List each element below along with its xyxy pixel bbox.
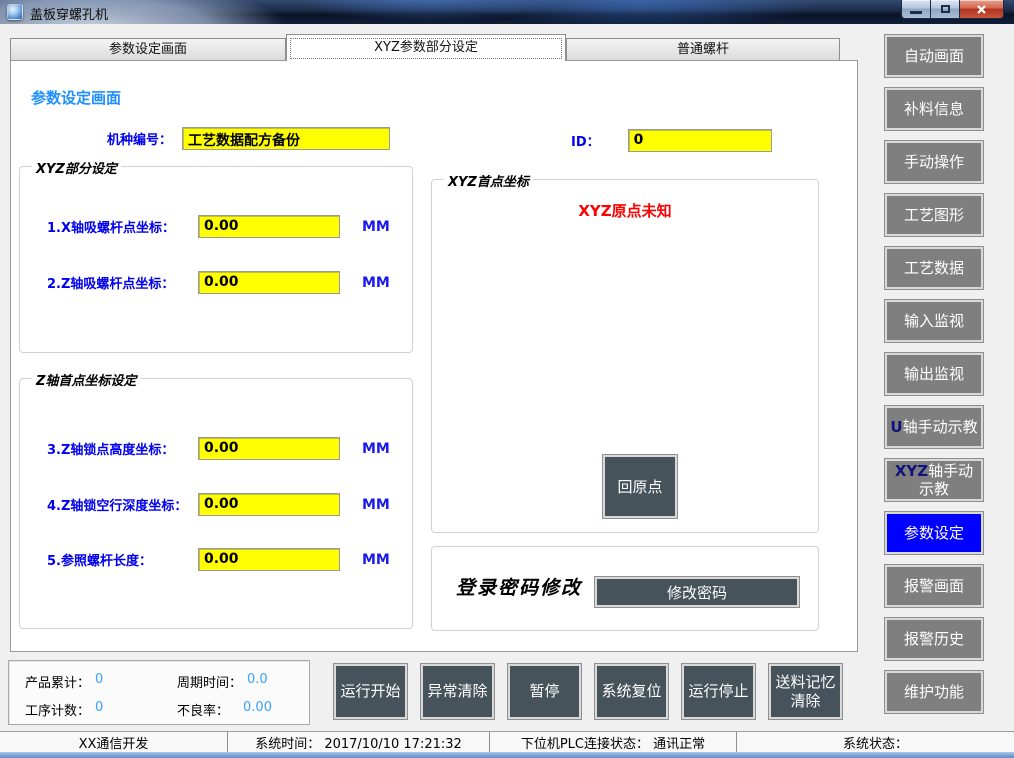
x-pick-coord-label: 1.X轴吸螺杆点坐标： bbox=[47, 217, 198, 236]
z-lock-depth-input[interactable]: 0.00 bbox=[198, 493, 340, 516]
field-row: 3.Z轴锁点高度坐标： 0.00 MM bbox=[47, 437, 390, 460]
run-stop-button[interactable]: 运行停止 bbox=[681, 663, 756, 720]
product-total-value: 0 bbox=[95, 672, 103, 691]
group-password: 登录密码修改 修改密码 bbox=[431, 546, 819, 631]
field-row: 1.X轴吸螺杆点坐标： 0.00 MM bbox=[47, 215, 390, 238]
sidebar-item-auto-screen[interactable]: 自动画面 bbox=[884, 34, 984, 78]
product-total: 产品累计： 0 bbox=[25, 672, 103, 691]
id-label: ID： bbox=[571, 131, 600, 150]
maximize-button[interactable] bbox=[931, 0, 960, 19]
cycle-time: 周期时间： 0.0 bbox=[177, 672, 268, 691]
z-lock-height-input[interactable]: 0.00 bbox=[198, 437, 340, 460]
app-window: 盖板穿螺孔机 参数设定画面 XYZ参数部分设定 普通螺杆 参数设定画面 机种编号… bbox=[0, 0, 1014, 758]
tab-param-screen[interactable]: 参数设定画面 bbox=[10, 38, 286, 61]
error-clear-button[interactable]: 异常清除 bbox=[420, 663, 495, 720]
process-count-label: 工序计数： bbox=[25, 700, 90, 719]
minimize-button[interactable] bbox=[901, 0, 931, 19]
window-title: 盖板穿螺孔机 bbox=[30, 4, 108, 23]
defect-rate-label: 不良率： bbox=[177, 700, 229, 719]
group-z-title: Z轴首点坐标设定 bbox=[32, 370, 140, 389]
home-origin-button[interactable]: 回原点 bbox=[602, 454, 678, 519]
defect-rate: 不良率： 0.00 bbox=[177, 700, 272, 719]
sidebar-item-alarm-history[interactable]: 报警历史 bbox=[884, 617, 984, 661]
page-title: 参数设定画面 bbox=[31, 87, 121, 108]
z-lock-depth-label: 4.Z轴锁空行深度坐标： bbox=[47, 495, 198, 514]
field-row: 5.参照螺杆长度： 0.00 MM bbox=[47, 548, 390, 571]
product-total-label: 产品累计： bbox=[25, 672, 90, 691]
group-origin-title: XYZ首点坐标 bbox=[444, 171, 533, 190]
sidebar-item-u-axis-teach[interactable]: U轴手动示教 bbox=[884, 405, 984, 449]
unit-label: MM bbox=[362, 219, 390, 235]
cycle-time-label: 周期时间： bbox=[177, 672, 242, 691]
feed-memory-clear-button[interactable]: 送料记忆清除 bbox=[768, 663, 843, 720]
u-axis-teach-text: U轴手动示教 bbox=[890, 418, 977, 436]
sidebar-item-parameter-setting[interactable]: 参数设定 bbox=[884, 511, 984, 555]
window-bottom-border bbox=[0, 752, 1014, 758]
window-controls bbox=[901, 0, 1004, 19]
sidebar-item-process-data[interactable]: 工艺数据 bbox=[884, 246, 984, 290]
z-lock-height-label: 3.Z轴锁点高度坐标： bbox=[47, 439, 198, 458]
x-pick-coord-input[interactable]: 0.00 bbox=[198, 215, 340, 238]
group-xyz-section: XYZ部分设定 1.X轴吸螺杆点坐标： 0.00 MM 2.Z轴吸螺杆点坐标： … bbox=[19, 166, 413, 353]
run-start-button[interactable]: 运行开始 bbox=[333, 663, 408, 720]
tab-xyz-param[interactable]: XYZ参数部分设定 bbox=[286, 34, 566, 61]
sidebar-item-maintenance[interactable]: 维护功能 bbox=[884, 670, 984, 714]
main-panel: 参数设定画面 机种编号： 工艺数据配方备份 ID： 0 XYZ部分设定 1.X轴… bbox=[10, 60, 858, 652]
group-z-section: Z轴首点坐标设定 3.Z轴锁点高度坐标： 0.00 MM 4.Z轴锁空行深度坐标… bbox=[19, 378, 413, 629]
id-input[interactable]: 0 bbox=[628, 129, 772, 152]
close-icon bbox=[976, 4, 987, 15]
origin-unknown-status: XYZ原点未知 bbox=[432, 200, 818, 221]
status-bar: XX通信开发 系统时间： 2017/10/10 17:21:32 下位机PLC连… bbox=[0, 731, 1014, 752]
login-password-label: 登录密码修改 bbox=[456, 573, 582, 600]
minimize-icon bbox=[910, 11, 922, 14]
change-password-button[interactable]: 修改密码 bbox=[594, 576, 800, 608]
process-count-value: 0 bbox=[95, 700, 103, 719]
z-pick-coord-input[interactable]: 0.00 bbox=[198, 271, 340, 294]
sidebar-item-refill-info[interactable]: 补料信息 bbox=[884, 87, 984, 131]
ref-screw-length-input[interactable]: 0.00 bbox=[198, 548, 340, 571]
close-button[interactable] bbox=[960, 0, 1004, 19]
z-pick-coord-label: 2.Z轴吸螺杆点坐标： bbox=[47, 273, 198, 292]
process-count: 工序计数： 0 bbox=[25, 700, 103, 719]
app-icon bbox=[7, 4, 23, 20]
xyz-axis-teach-text: XYZ轴手动示教 bbox=[888, 462, 980, 498]
group-xyz-title: XYZ部分设定 bbox=[32, 158, 121, 177]
title-bar: 盖板穿螺孔机 bbox=[0, 0, 1014, 24]
unit-label: MM bbox=[362, 441, 390, 457]
sidebar-item-output-monitor[interactable]: 输出监视 bbox=[884, 352, 984, 396]
sidebar-item-alarm-screen[interactable]: 报警画面 bbox=[884, 564, 984, 608]
unit-label: MM bbox=[362, 275, 390, 291]
unit-label: MM bbox=[362, 497, 390, 513]
status-system-state: 系统状态： bbox=[737, 732, 1014, 752]
sidebar-item-manual-operation[interactable]: 手动操作 bbox=[884, 140, 984, 184]
ref-screw-length-label: 5.参照螺杆长度： bbox=[47, 550, 198, 569]
field-row: 4.Z轴锁空行深度坐标： 0.00 MM bbox=[47, 493, 390, 516]
field-row: 2.Z轴吸螺杆点坐标： 0.00 MM bbox=[47, 271, 390, 294]
sidebar-item-input-monitor[interactable]: 输入监视 bbox=[884, 299, 984, 343]
maximize-icon bbox=[941, 5, 950, 13]
system-reset-button[interactable]: 系统复位 bbox=[594, 663, 669, 720]
model-number-label: 机种编号： bbox=[107, 129, 172, 148]
model-number-input[interactable]: 工艺数据配方备份 bbox=[182, 127, 390, 150]
sidebar-item-process-graphic[interactable]: 工艺图形 bbox=[884, 193, 984, 237]
group-xyz-origin: XYZ首点坐标 XYZ原点未知 回原点 bbox=[431, 179, 819, 533]
unit-label: MM bbox=[362, 552, 390, 568]
status-comm-dev: XX通信开发 bbox=[0, 732, 228, 752]
status-plc-connection: 下位机PLC连接状态： 通讯正常 bbox=[490, 732, 737, 752]
sidebar-item-xyz-axis-teach[interactable]: XYZ轴手动示教 bbox=[884, 458, 984, 502]
counters-panel: 产品累计： 0 周期时间： 0.0 工序计数： 0 不良率： 0.00 bbox=[8, 660, 310, 725]
cycle-time-value: 0.0 bbox=[247, 672, 268, 691]
tab-normal-screw[interactable]: 普通螺杆 bbox=[566, 38, 840, 61]
status-system-time: 系统时间： 2017/10/10 17:21:32 bbox=[228, 732, 490, 752]
pause-button[interactable]: 暂停 bbox=[507, 663, 582, 720]
defect-rate-value: 0.00 bbox=[243, 700, 272, 719]
